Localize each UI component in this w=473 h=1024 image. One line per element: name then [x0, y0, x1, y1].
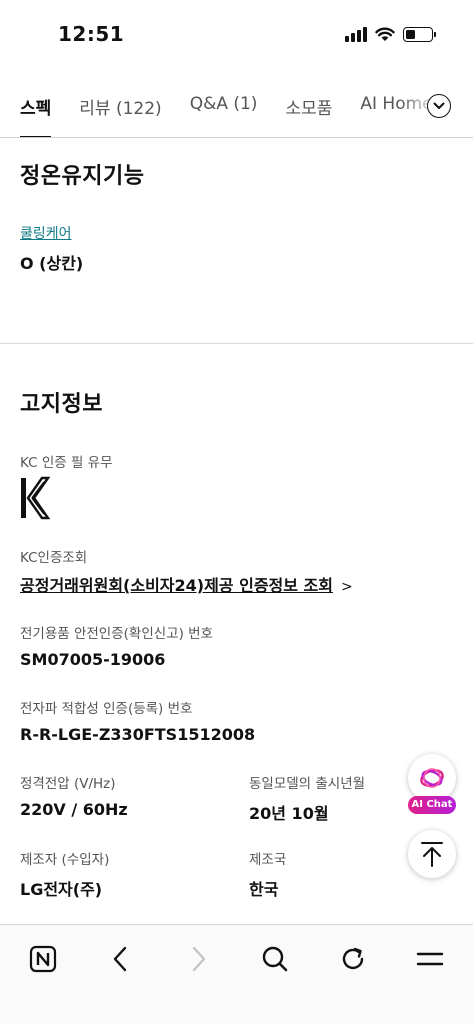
kc-lookup-link-text: 공정거래위원회(소비자24)제공 인증정보 조회	[20, 576, 333, 595]
status-bar: 12:51	[0, 0, 473, 70]
kc-lookup-link[interactable]: 공정거래위원회(소비자24)제공 인증정보 조회 >	[20, 572, 353, 596]
chevron-right-icon: >	[341, 579, 353, 595]
arrow-up-icon	[421, 842, 443, 867]
spec-tabs: 스펙 리뷰 (122) Q&A (1) 소모품 AI Home	[0, 84, 473, 138]
emc-cert-value: R-R-LGE-Z330FTS1512008	[20, 725, 256, 744]
maker-value: LG전자(주)	[20, 880, 103, 899]
country-label: 제조국	[249, 852, 287, 868]
safety-cert-value: SM07005-19006	[20, 650, 166, 669]
ai-chat-icon	[420, 768, 444, 788]
forward-icon	[192, 946, 206, 972]
back-button[interactable]	[104, 943, 136, 975]
section-divider	[0, 343, 473, 344]
refresh-icon	[342, 947, 364, 970]
voltage-value: 220V / 60Hz	[20, 800, 128, 819]
tab-row: 스펙 리뷰 (122) Q&A (1) 소모품 AI Home	[20, 94, 440, 137]
scroll-top-button[interactable]	[408, 830, 456, 878]
maker-label: 제조자 (수입자)	[20, 852, 110, 868]
voltage-label: 정격전압 (V/Hz)	[20, 776, 116, 792]
tab-consumables[interactable]: 소모품	[285, 94, 332, 137]
cooling-care-value: O (상칸)	[20, 254, 84, 273]
battery-icon	[403, 26, 436, 42]
product-spec-page: 12:51 스펙 리뷰 (122) Q&A (1) 소모품 AI Home 정온…	[0, 0, 473, 1024]
forward-button[interactable]	[183, 943, 215, 975]
signal-icon	[345, 26, 367, 42]
kc-mark-icon	[21, 476, 50, 520]
emc-cert-label: 전자파 적합성 인증(등록) 번호	[20, 701, 193, 717]
kc-lookup-label: KC인증조회	[20, 550, 88, 566]
tab-spec[interactable]: 스펙	[20, 94, 52, 137]
menu-icon	[416, 952, 444, 966]
kc-label: KC 인증 필 유무	[20, 455, 113, 471]
menu-button[interactable]	[414, 943, 446, 975]
tab-more-button[interactable]	[427, 94, 451, 118]
ai-chat-label: AI Chat	[408, 796, 456, 814]
search-icon	[262, 946, 288, 972]
cooling-care-link[interactable]: 쿨링케어	[20, 223, 72, 243]
wifi-icon	[375, 27, 395, 41]
ai-chat-button[interactable]: AI Chat	[408, 754, 456, 818]
search-button[interactable]	[259, 943, 291, 975]
section-title-warm: 정온유지기능	[20, 164, 145, 189]
refresh-button[interactable]	[337, 943, 369, 975]
safety-cert-label: 전기용품 안전인증(확인신고) 번호	[20, 626, 213, 642]
status-icons	[345, 26, 436, 42]
chevron-down-icon	[433, 102, 445, 109]
tab-qna[interactable]: Q&A (1)	[190, 94, 258, 137]
section-title-notice: 고지정보	[20, 392, 103, 417]
release-label: 동일모델의 출시년월	[249, 776, 366, 792]
naver-n-icon	[29, 945, 57, 973]
release-value: 20년 10월	[249, 804, 329, 823]
country-value: 한국	[249, 880, 279, 899]
naver-home-button[interactable]	[27, 943, 59, 975]
back-icon	[113, 946, 127, 972]
browser-bottom-bar	[0, 924, 473, 1024]
status-time: 12:51	[58, 22, 125, 46]
tab-reviews[interactable]: 리뷰 (122)	[79, 94, 161, 137]
ai-chat-circle	[408, 754, 456, 802]
